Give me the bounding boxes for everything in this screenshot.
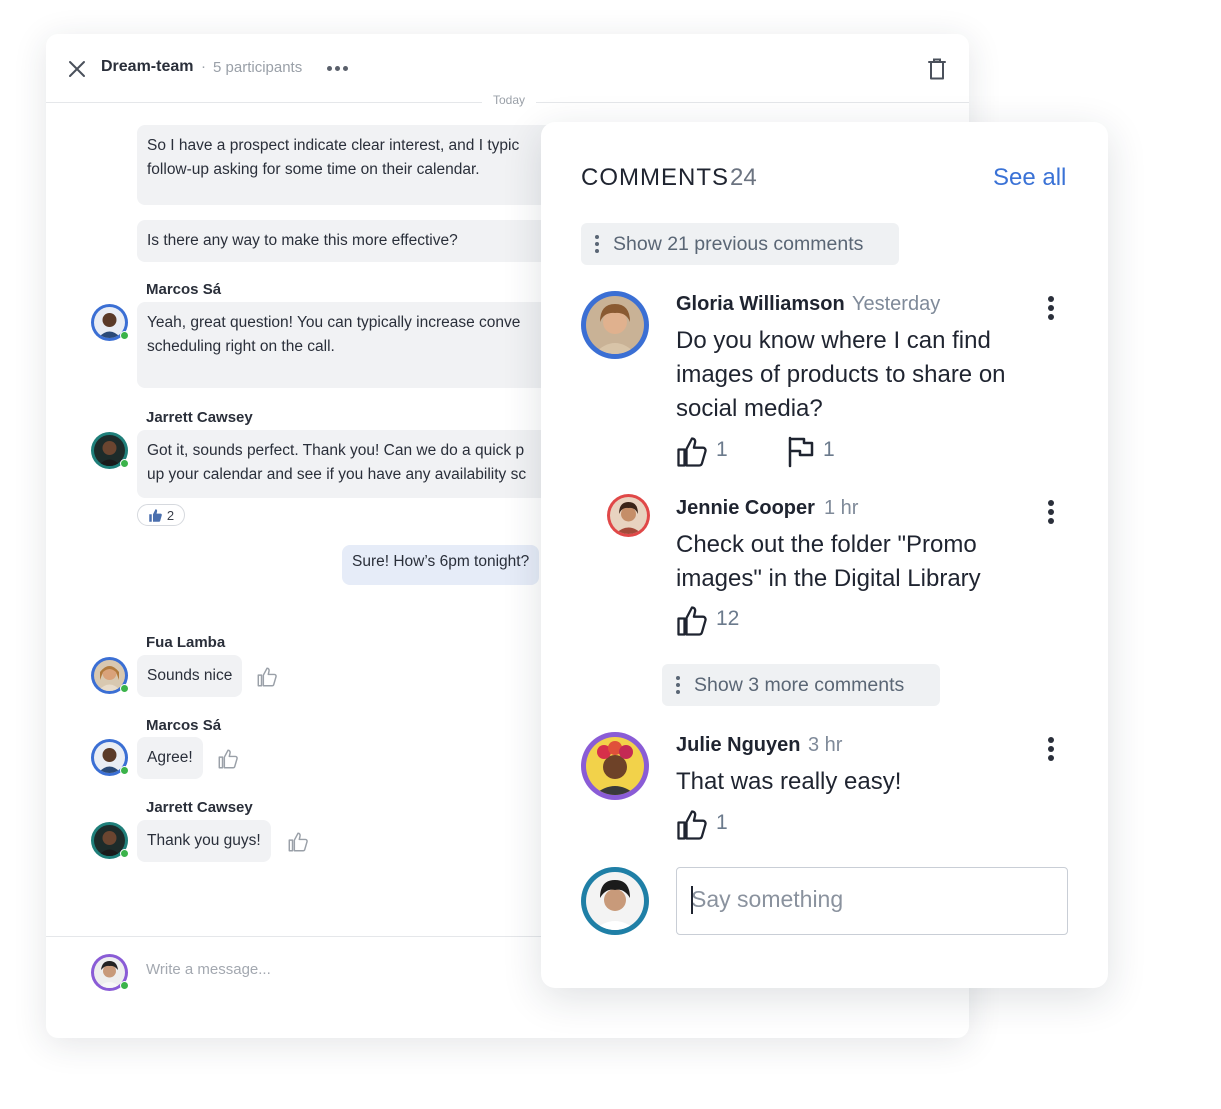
app-stage: Dream-team · 5 participants Today So I h…: [0, 0, 1221, 1109]
sender-name: Marcos Sá: [146, 717, 222, 734]
online-status-dot: [120, 981, 129, 990]
comment-text: That was really easy!: [676, 765, 901, 799]
sender-name: Jarrett Cawsey: [146, 799, 253, 816]
online-status-dot: [120, 331, 129, 340]
like-count: 1: [716, 438, 728, 461]
message-line: up your calendar and see if you have any…: [147, 466, 527, 483]
show-more-label: Show 3 more comments: [694, 673, 905, 696]
more-options-icon[interactable]: [327, 63, 349, 73]
thumbs-up-icon[interactable]: [256, 666, 278, 688]
message-line: Is there any way to make this more effec…: [147, 232, 458, 249]
day-divider-label: Today: [482, 93, 536, 107]
participants-count[interactable]: 5 participants: [213, 59, 302, 76]
chat-header: Dream-team · 5 participants: [46, 34, 969, 102]
thumbs-up-icon[interactable]: [676, 436, 708, 468]
sender-name: Jarrett Cawsey: [146, 409, 253, 426]
thumbs-up-icon[interactable]: [676, 605, 708, 637]
message-text: Agree!: [147, 749, 193, 766]
day-divider-left: [46, 102, 482, 103]
comment-time: 1 hr: [824, 497, 859, 519]
vertical-dots-icon: [676, 676, 680, 694]
message-text: Thank you guys!: [147, 832, 261, 849]
comment-input[interactable]: Say something: [676, 867, 1068, 935]
comments-count: 24: [730, 164, 757, 191]
comment-line: images of products to share on: [676, 361, 1006, 388]
see-all-link[interactable]: See all: [993, 164, 1066, 192]
message-input[interactable]: Write a message...: [146, 961, 506, 985]
show-previous-label: Show 21 previous comments: [613, 232, 864, 255]
vertical-dots-icon: [595, 235, 599, 253]
thumbs-up-icon[interactable]: [676, 809, 708, 841]
message-bubble: Is there any way to make this more effec…: [137, 220, 557, 262]
avatar[interactable]: [91, 432, 129, 469]
message-bubble: Agree!: [137, 737, 203, 779]
message-line: follow-up asking for some time on their …: [147, 161, 480, 178]
comment-text: Do you know where I can find images of p…: [676, 324, 1006, 426]
thumbs-up-icon[interactable]: [287, 831, 309, 853]
text-cursor: [691, 886, 693, 914]
chat-title: Dream-team: [101, 58, 194, 75]
commenter-avatar[interactable]: [607, 494, 650, 537]
message-line: Yeah, great question! You can typically …: [147, 314, 521, 331]
comments-panel: COMMENTS 24 See all Show 21 previous com…: [541, 122, 1108, 988]
thumbs-up-icon[interactable]: [217, 748, 239, 770]
comment-menu-icon[interactable]: [1044, 735, 1058, 763]
current-user-avatar[interactable]: [581, 867, 649, 935]
show-previous-comments-button[interactable]: Show 21 previous comments: [581, 223, 899, 265]
comment-line: images" in the Digital Library: [676, 565, 981, 592]
outgoing-message-bubble: Sure! How’s 6pm tonight?: [342, 545, 540, 585]
comment-line: social media?: [676, 395, 823, 422]
comment-time: 3 hr: [808, 734, 843, 756]
comment-line: Do you know where I can find: [676, 327, 991, 354]
avatar[interactable]: [91, 822, 129, 859]
comment-menu-icon[interactable]: [1044, 498, 1058, 526]
show-more-comments-button[interactable]: Show 3 more comments: [662, 664, 940, 706]
avatar[interactable]: [91, 304, 129, 341]
thumbs-up-icon: [149, 508, 162, 522]
message-bubble: Got it, sounds perfect. Thank you! Can w…: [137, 430, 557, 498]
commenter-name[interactable]: Gloria Williamson: [676, 293, 845, 316]
message-line: So I have a prospect indicate clear inte…: [147, 137, 520, 154]
message-line: Got it, sounds perfect. Thank you! Can w…: [147, 442, 525, 459]
reaction-count: 2: [166, 507, 175, 523]
sender-name: Marcos Sá: [146, 281, 222, 298]
like-count: 1: [716, 811, 728, 834]
online-status-dot: [120, 459, 129, 468]
online-status-dot: [120, 766, 129, 775]
avatar[interactable]: [91, 739, 129, 776]
trash-icon[interactable]: [927, 57, 947, 81]
message-bubble: Sounds nice: [137, 655, 243, 697]
message-bubble: Thank you guys!: [137, 820, 271, 862]
comment-menu-icon[interactable]: [1044, 294, 1058, 322]
message-text: Sure! How’s 6pm tonight?: [352, 553, 530, 570]
message-bubble: Yeah, great question! You can typically …: [137, 302, 557, 388]
close-icon[interactable]: [66, 58, 88, 80]
commenter-name[interactable]: Julie Nguyen: [676, 734, 800, 757]
reaction-chip[interactable]: 2: [137, 504, 185, 526]
message-text: Sounds nice: [147, 667, 233, 684]
current-user-avatar[interactable]: [91, 954, 129, 991]
message-line: scheduling right on the call.: [147, 338, 335, 355]
comment-line: Check out the folder "Promo: [676, 531, 977, 558]
online-status-dot: [120, 684, 129, 693]
flag-icon[interactable]: [787, 436, 815, 468]
title-separator: ·: [201, 58, 206, 75]
commenter-avatar[interactable]: [581, 291, 649, 359]
comment-time: Yesterday: [852, 293, 941, 315]
flag-count: 1: [823, 438, 835, 461]
commenter-avatar[interactable]: [581, 732, 649, 800]
day-divider-right: [536, 102, 969, 103]
commenter-name[interactable]: Jennie Cooper: [676, 497, 815, 520]
comments-title: COMMENTS: [581, 164, 729, 191]
message-bubble: So I have a prospect indicate clear inte…: [137, 125, 557, 205]
online-status-dot: [120, 849, 129, 858]
like-count: 12: [716, 607, 740, 630]
sender-name: Fua Lamba: [146, 634, 226, 651]
comment-line: That was really easy!: [676, 768, 902, 795]
avatar[interactable]: [91, 657, 129, 694]
comment-text: Check out the folder "Promo images" in t…: [676, 528, 981, 596]
